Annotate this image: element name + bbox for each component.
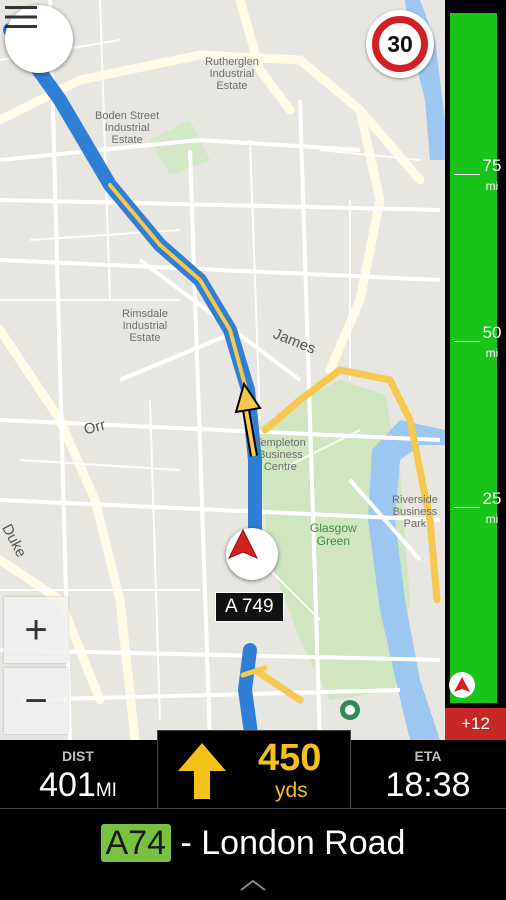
tick-unit-50: mi bbox=[485, 346, 499, 360]
maneuver-unit: yds bbox=[275, 779, 308, 802]
road-badge: A74 bbox=[100, 824, 172, 862]
tick-25 bbox=[454, 507, 480, 508]
tick-50 bbox=[454, 341, 480, 342]
map-label-rutherglen: Rutherglen Industrial Estate bbox=[205, 56, 259, 92]
tick-unit-75: mi bbox=[485, 179, 499, 193]
turn-arrow-icon bbox=[234, 381, 262, 457]
trip-progress-bar bbox=[445, 0, 506, 740]
map-label-riverside: Riverside Business Park bbox=[392, 494, 438, 530]
maneuver-panel[interactable]: 450 yds bbox=[157, 730, 351, 809]
chevron-up-icon[interactable] bbox=[238, 878, 268, 892]
tick-label-75: 75 bbox=[482, 156, 502, 175]
progress-position-icon bbox=[449, 672, 475, 698]
straight-arrow-icon bbox=[178, 743, 226, 799]
map-label-orr: Orr bbox=[82, 416, 108, 439]
tick-75 bbox=[454, 174, 480, 175]
distance-value: 401MI bbox=[39, 766, 117, 804]
tick-label-25: 25 bbox=[482, 489, 502, 508]
distance-panel[interactable]: DIST 401MI bbox=[0, 740, 156, 810]
eta-panel[interactable]: ETA 18:38 bbox=[350, 740, 506, 810]
map-view[interactable]: Rutherglen Industrial Estate Boden Stree… bbox=[0, 0, 445, 740]
football-icon bbox=[340, 700, 360, 720]
position-arrow-icon bbox=[226, 528, 278, 580]
traffic-delay-badge[interactable]: +12 bbox=[445, 708, 506, 740]
eta-label: ETA bbox=[414, 748, 442, 764]
map-label-glasgow-green: Glasgow Green bbox=[310, 521, 357, 548]
map-label-boden: Boden Street Industrial Estate bbox=[95, 110, 160, 146]
tick-label-50: 50 bbox=[482, 323, 502, 342]
street-name: - London Road bbox=[180, 824, 406, 862]
zoom-in-button[interactable]: + bbox=[4, 597, 68, 663]
distance-label: DIST bbox=[62, 748, 94, 764]
speed-limit-sign: 30 bbox=[366, 10, 434, 78]
zoom-out-button[interactable]: − bbox=[4, 668, 68, 734]
street-name-bar[interactable]: A74 - London Road bbox=[0, 824, 506, 863]
panel-divider bbox=[0, 808, 506, 809]
menu-icon bbox=[5, 6, 37, 28]
menu-button[interactable] bbox=[5, 5, 73, 73]
current-road-label: A 749 bbox=[215, 592, 284, 622]
map-label-rimsdale: Rimsdale Industrial Estate bbox=[122, 308, 168, 344]
distance-unit: MI bbox=[95, 780, 117, 801]
tick-unit-25: mi bbox=[485, 512, 499, 526]
eta-value: 18:38 bbox=[385, 766, 471, 804]
maneuver-distance: 450 bbox=[258, 737, 322, 779]
speed-limit-value: 30 bbox=[372, 16, 428, 72]
